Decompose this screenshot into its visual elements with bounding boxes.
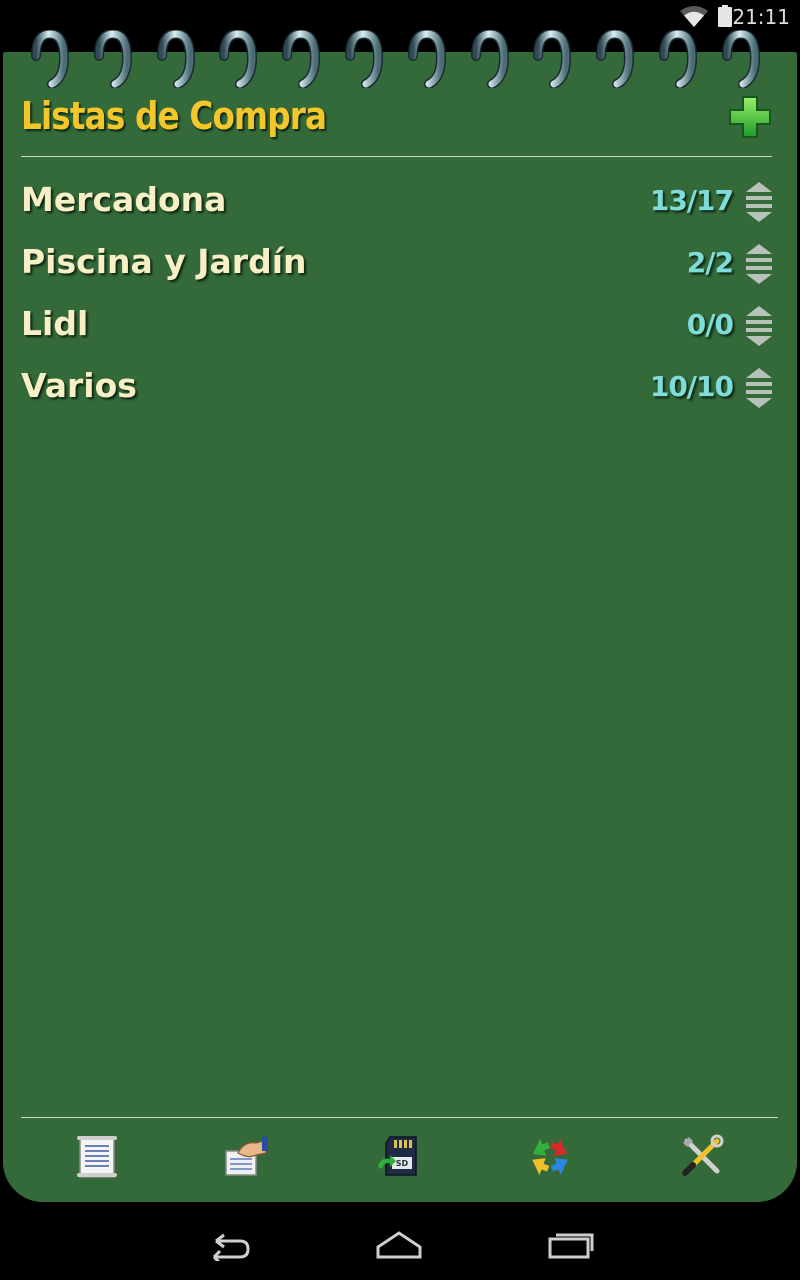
drag-handle-icon[interactable] (745, 368, 773, 408)
binding-ring (407, 30, 446, 88)
list-name: Piscina y Jardín (21, 242, 307, 281)
sync-arrows-icon[interactable] (527, 1133, 573, 1179)
drag-handle-icon[interactable] (745, 306, 773, 346)
wifi-icon (680, 6, 708, 27)
binding-ring (596, 30, 635, 88)
binding-ring (31, 30, 70, 88)
plus-icon[interactable] (727, 94, 773, 140)
list-item[interactable]: Lidl 0/0 (21, 296, 773, 358)
binding-ring (156, 30, 195, 88)
list-item[interactable]: Piscina y Jardín 2/2 (21, 234, 773, 296)
drag-handle-icon[interactable] (745, 244, 773, 284)
status-bar: 21:11 (0, 0, 800, 34)
drag-handle-icon[interactable] (745, 182, 773, 222)
list-count: 10/10 (649, 370, 734, 403)
header: Listas de Compra (21, 92, 773, 142)
page-title: Listas de Compra (21, 94, 327, 138)
svg-text:SD: SD (396, 1159, 409, 1168)
recents-icon[interactable] (546, 1227, 596, 1261)
binding-ring (659, 30, 698, 88)
binding-ring (721, 30, 760, 88)
binding-ring (282, 30, 321, 88)
divider (21, 156, 772, 157)
list-count: 13/17 (649, 184, 734, 217)
binding-ring (219, 30, 258, 88)
binding-ring (470, 30, 509, 88)
bottom-toolbar: SD (0, 1133, 800, 1183)
navigation-bar (0, 1205, 800, 1280)
sd-card-icon[interactable]: SD (376, 1133, 422, 1179)
list-count: 2/2 (686, 246, 734, 279)
share-hand-icon[interactable] (224, 1133, 270, 1179)
list-name: Lidl (21, 304, 89, 343)
tools-icon[interactable] (679, 1133, 725, 1179)
document-icon[interactable] (74, 1133, 120, 1179)
back-icon[interactable] (204, 1227, 254, 1261)
clock: 21:11 (732, 5, 790, 29)
list-item[interactable]: Varios 10/10 (21, 358, 773, 420)
list-name: Mercadona (21, 180, 227, 219)
binding-ring (345, 30, 384, 88)
divider (21, 1117, 778, 1118)
shopping-lists: Mercadona 13/17 Piscina y Jardín 2/2 Lid… (21, 172, 773, 420)
home-icon[interactable] (374, 1227, 424, 1261)
spiral-binding (0, 30, 800, 90)
list-count: 0/0 (686, 308, 734, 341)
list-name: Varios (21, 366, 137, 405)
list-item[interactable]: Mercadona 13/17 (21, 172, 773, 234)
battery-icon (718, 5, 732, 27)
binding-ring (533, 30, 572, 88)
binding-ring (93, 30, 132, 88)
